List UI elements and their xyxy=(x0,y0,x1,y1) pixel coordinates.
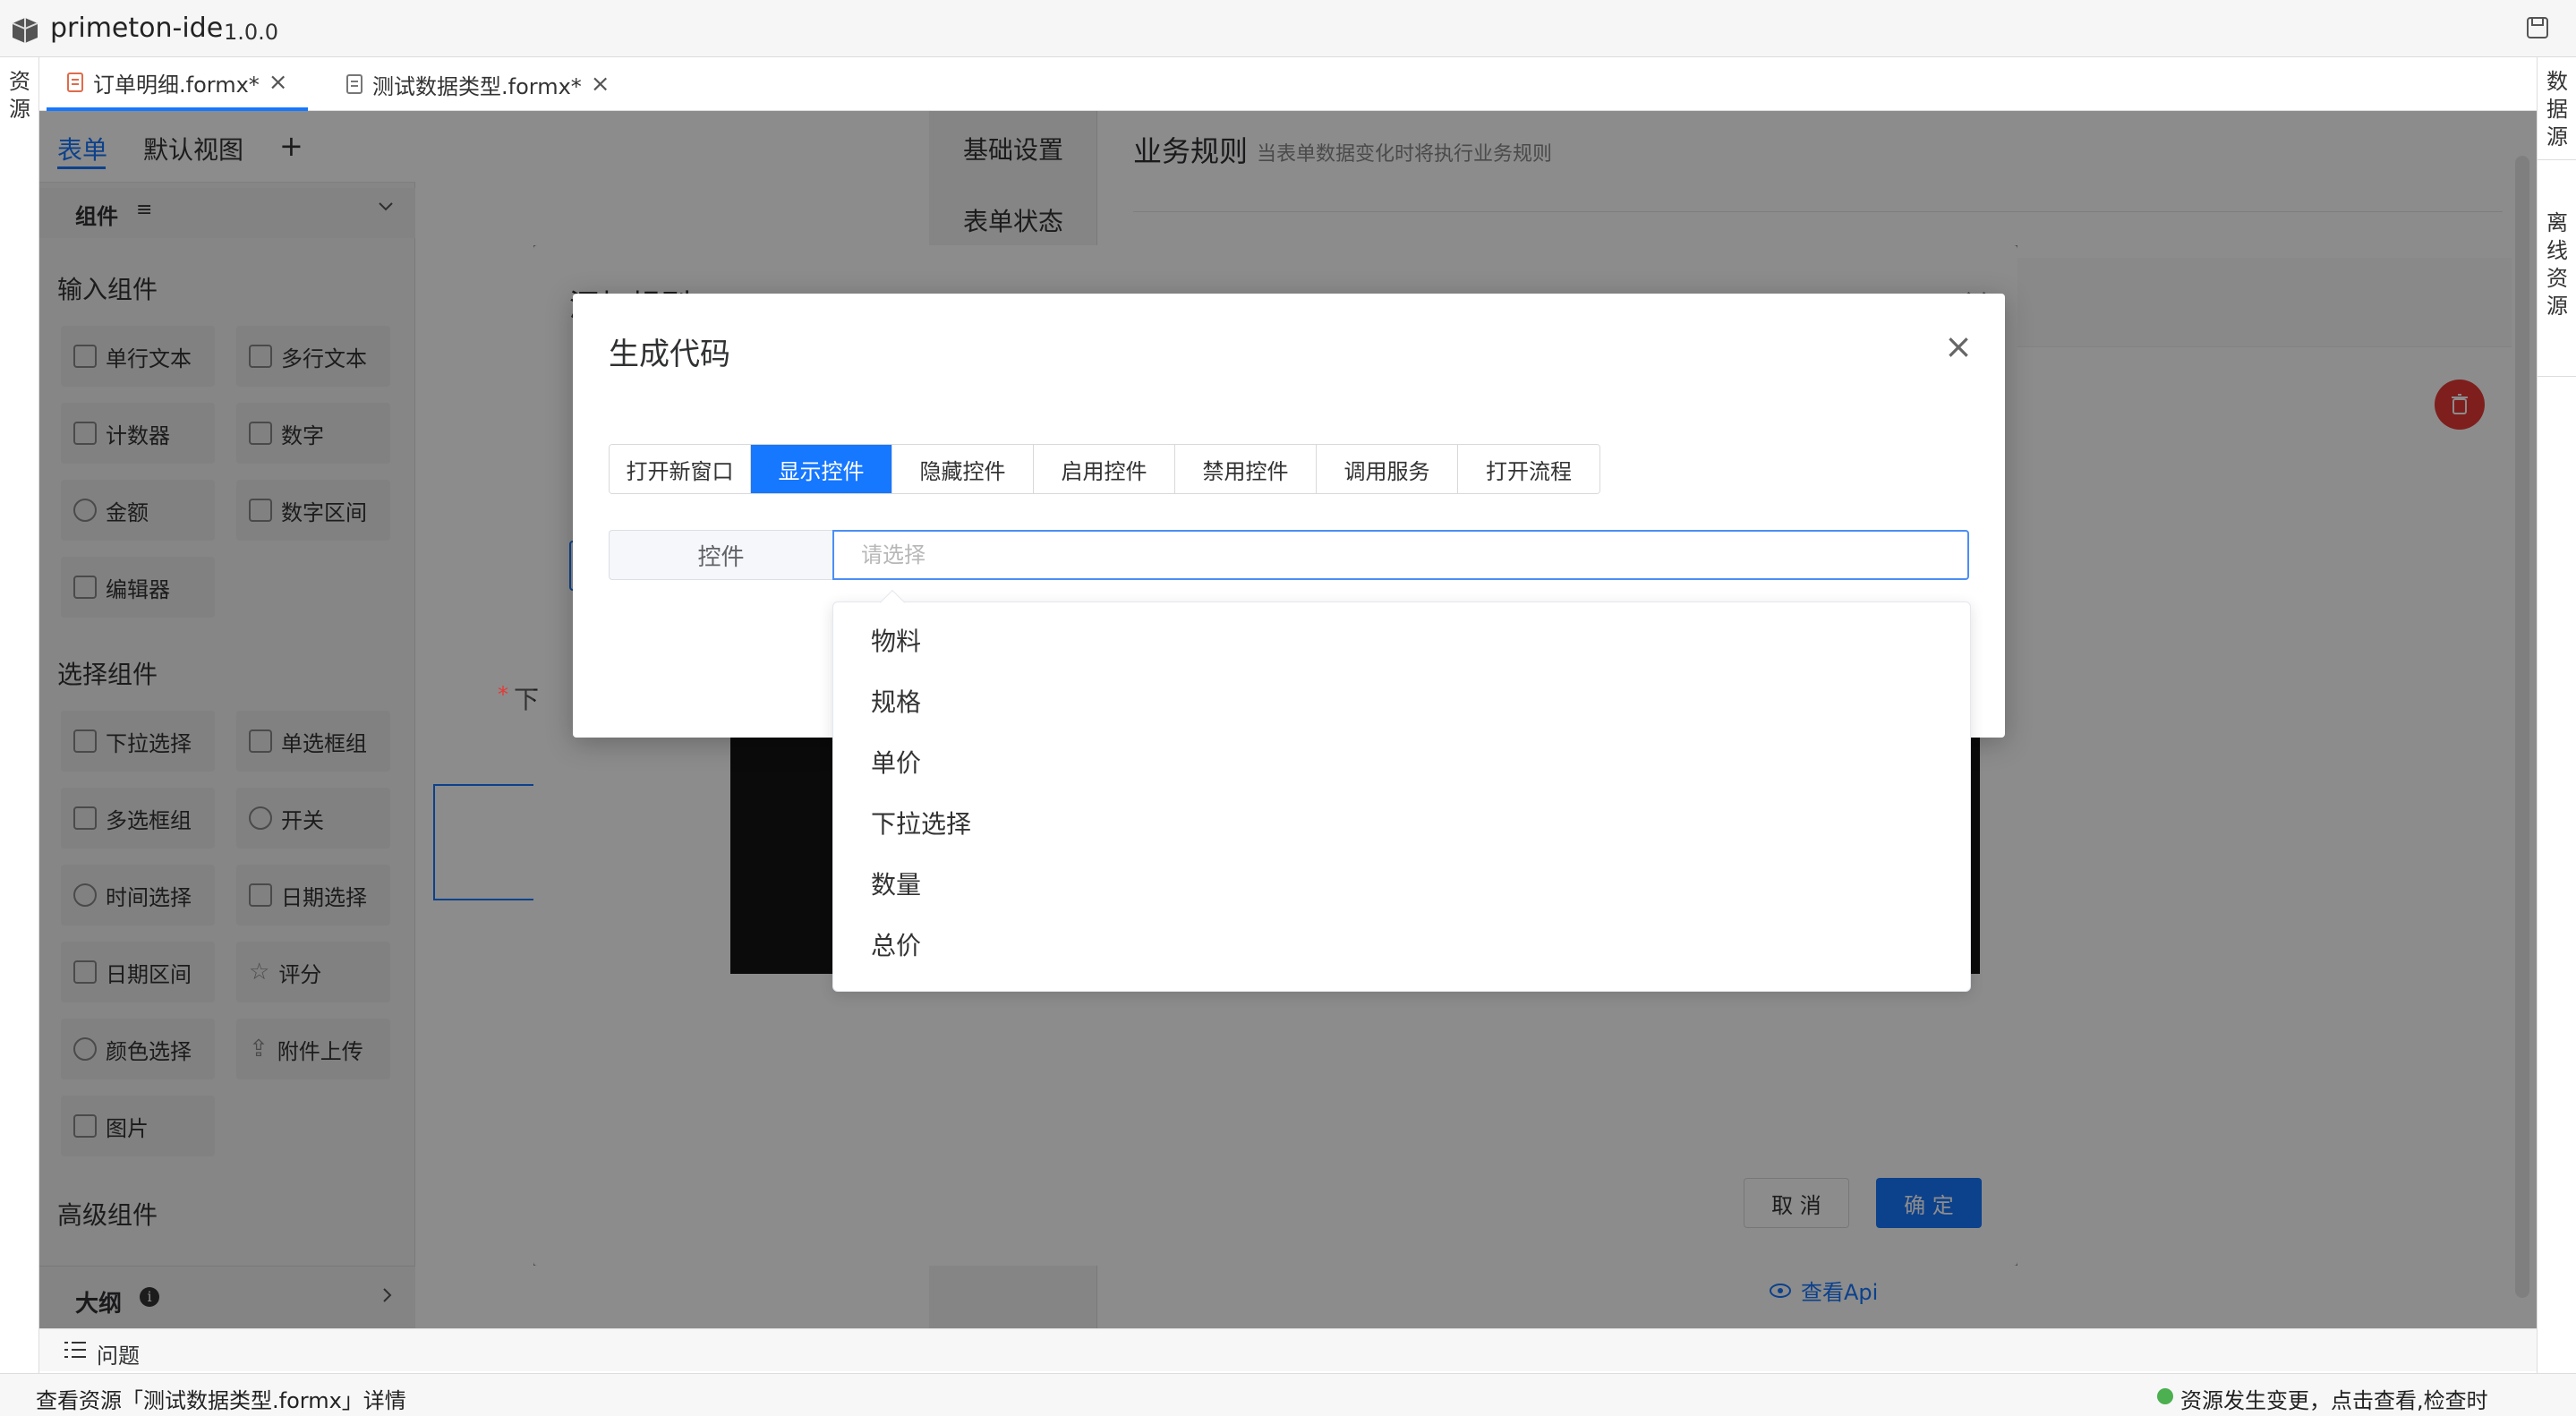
resource-rail-button[interactable]: 资源 xyxy=(0,68,39,124)
control-field-label: 控件 xyxy=(609,530,832,580)
tab-label: 订单明细.formx* xyxy=(93,72,260,98)
close-icon[interactable]: × xyxy=(269,69,288,96)
form-file-icon xyxy=(345,73,363,95)
status-right-text[interactable]: 资源发生变更，点击查看,检查时间:15:33 xyxy=(2180,1383,2576,1416)
editor-tab-bar: 订单明细.formx* × 测试数据类型.formx* × xyxy=(39,57,2537,111)
status-left-text[interactable]: 查看资源「测试数据类型.formx」详情 xyxy=(36,1383,406,1414)
left-rail: 资源 xyxy=(0,57,39,1373)
right-rail: 数据源 离线资源 xyxy=(2537,57,2576,1373)
problem-bar[interactable]: 问题 xyxy=(39,1328,2537,1371)
control-select-input[interactable] xyxy=(832,530,1969,580)
list-icon xyxy=(63,1338,88,1361)
save-icon[interactable] xyxy=(2526,16,2549,39)
tab-label: 测试数据类型.formx* xyxy=(372,73,582,99)
app-version: 1.0.0 xyxy=(224,20,279,45)
form-file-icon xyxy=(66,72,84,93)
status-indicator-dot xyxy=(2157,1388,2173,1404)
modal-title: 生成代码 xyxy=(609,337,730,372)
dropdown-option[interactable]: 单价 xyxy=(833,731,1972,792)
rail-divider xyxy=(2538,376,2576,377)
action-show-control[interactable]: 显示控件 xyxy=(751,445,892,493)
title-bar: primeton-ide 1.0.0 xyxy=(0,0,2576,57)
required-mark: * xyxy=(498,682,508,707)
dropdown-option[interactable]: 下拉选择 xyxy=(833,792,1972,853)
tab-order-detail[interactable]: 订单明细.formx* × xyxy=(47,57,308,111)
action-disable-control[interactable]: 禁用控件 xyxy=(1175,445,1317,493)
action-open-process[interactable]: 打开流程 xyxy=(1458,445,1599,493)
tab-test-datatype[interactable]: 测试数据类型.formx* × xyxy=(326,57,630,111)
action-open-window[interactable]: 打开新窗口 xyxy=(610,445,751,493)
offline-resource-rail-button[interactable]: 离线资源 xyxy=(2538,209,2576,320)
problem-label: 问题 xyxy=(97,1343,140,1369)
status-bar: 查看资源「测试数据类型.formx」详情 资源发生变更，点击查看,检查时间:15… xyxy=(0,1373,2576,1416)
dropdown-option[interactable]: 数量 xyxy=(833,853,1972,914)
dropdown-option[interactable]: 物料 xyxy=(833,610,1972,670)
control-dropdown: 物料 规格 单价 下拉选择 数量 总价 xyxy=(832,589,1972,992)
action-segmented-control: 打开新窗口 显示控件 隐藏控件 启用控件 禁用控件 调用服务 打开流程 xyxy=(609,444,1600,494)
action-hide-control[interactable]: 隐藏控件 xyxy=(892,445,1034,493)
dropdown-option[interactable]: 总价 xyxy=(833,914,1972,975)
close-icon[interactable]: × xyxy=(591,71,610,98)
action-enable-control[interactable]: 启用控件 xyxy=(1034,445,1175,493)
rail-divider xyxy=(2538,159,2576,160)
dropdown-option[interactable]: 规格 xyxy=(833,670,1972,731)
action-call-service[interactable]: 调用服务 xyxy=(1317,445,1458,493)
datasource-rail-button[interactable]: 数据源 xyxy=(2538,68,2576,151)
close-icon[interactable]: × xyxy=(1944,329,1973,363)
app-name: primeton-ide xyxy=(50,13,224,44)
app-logo-icon xyxy=(9,16,41,45)
